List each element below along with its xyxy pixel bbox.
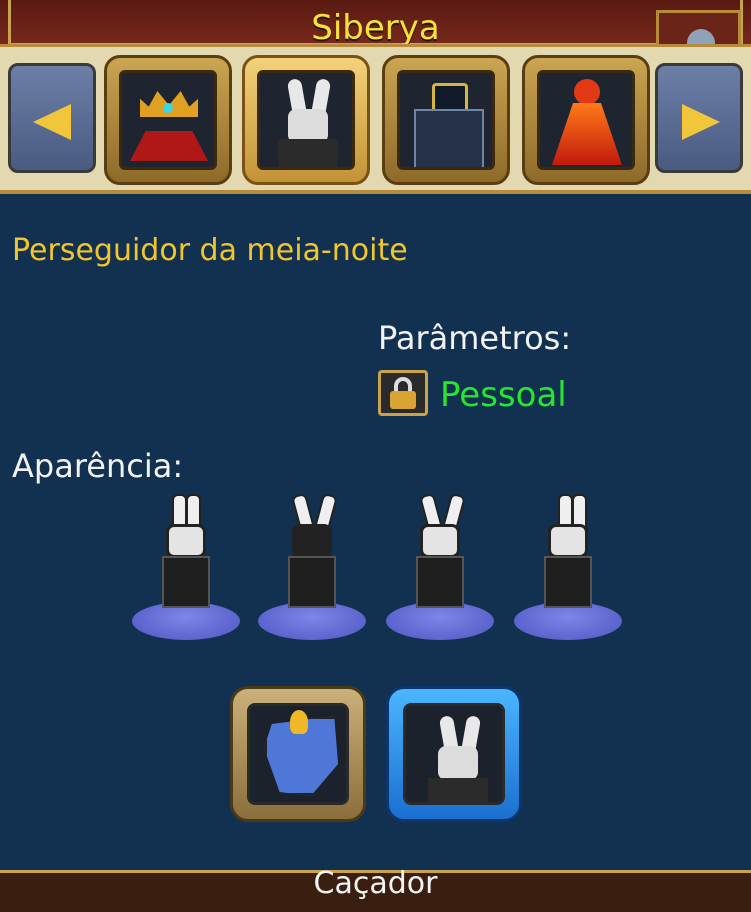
appearance-figure-right xyxy=(514,490,624,640)
item-name: Perseguidor da meia-noite xyxy=(12,233,408,268)
fire-dress-costume-icon xyxy=(537,70,635,170)
costume-slot-4[interactable] xyxy=(522,55,650,185)
golden-crown-costume-icon xyxy=(119,70,217,170)
carousel-prev-button[interactable] xyxy=(8,63,96,173)
arrow-right-icon xyxy=(682,104,720,140)
appearance-figure-front xyxy=(386,490,496,640)
costume-carousel xyxy=(0,44,751,194)
character-name-title: Siberya xyxy=(311,8,440,48)
dark-armor-costume-icon xyxy=(397,70,495,170)
appearance-figure-back xyxy=(258,490,368,640)
arrow-left-icon xyxy=(33,104,71,140)
carousel-next-button[interactable] xyxy=(655,63,743,173)
costume-slot-3[interactable] xyxy=(382,55,510,185)
variant-slot-blue-mask[interactable] xyxy=(230,686,366,822)
rabbit-mask-icon xyxy=(403,703,505,805)
class-label: Caçador xyxy=(313,866,438,901)
appearance-label: Aparência: xyxy=(12,447,184,485)
white-rabbit-mask-costume-icon xyxy=(257,70,355,170)
costume-slot-1[interactable] xyxy=(104,55,232,185)
variant-slot-rabbit-mask-selected[interactable] xyxy=(386,686,522,822)
appearance-figure-left xyxy=(132,490,242,640)
blue-mask-icon xyxy=(247,703,349,805)
lock-icon xyxy=(378,370,428,416)
binding-status: Pessoal xyxy=(440,375,567,415)
parameters-label: Parâmetros: xyxy=(378,319,572,357)
costume-slot-2-selected[interactable] xyxy=(242,55,370,185)
